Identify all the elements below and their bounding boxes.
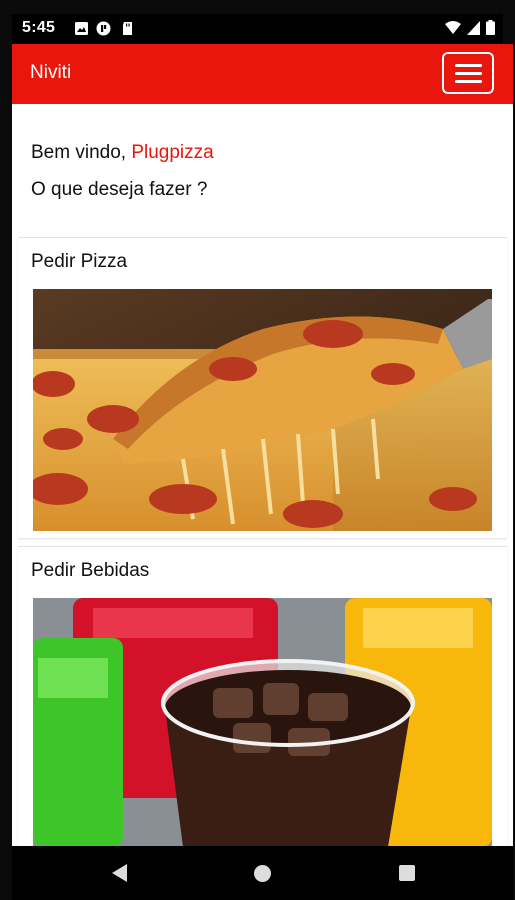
status-right-icons bbox=[445, 20, 495, 35]
back-icon[interactable] bbox=[112, 864, 127, 882]
wifi-icon bbox=[445, 20, 461, 34]
welcome-text: Bem vindo, Plugpizza bbox=[31, 142, 214, 164]
main-content: Bem vindo, Plugpizza O que deseja fazer … bbox=[12, 104, 513, 846]
hamburger-menu-icon bbox=[455, 80, 482, 83]
pizza-photo bbox=[33, 289, 492, 531]
question-label: O que deseja fazer ? bbox=[31, 179, 208, 200]
app-bar: Niviti bbox=[12, 44, 513, 104]
recents-icon[interactable] bbox=[399, 865, 415, 881]
sdcard-icon bbox=[123, 22, 132, 35]
image-icon bbox=[75, 22, 88, 35]
hamburger-menu-icon bbox=[455, 72, 482, 75]
device-frame: 5:45 Niviti Bem vindo, Plugpizza O que d… bbox=[0, 0, 515, 900]
hamburger-menu-icon bbox=[455, 64, 482, 67]
order-pizza-card[interactable]: Pedir Pizza bbox=[18, 237, 507, 538]
status-time: 5:45 bbox=[22, 19, 56, 36]
drinks-photo bbox=[33, 598, 492, 846]
menu-button[interactable] bbox=[442, 52, 494, 94]
card-title: Pedir Pizza bbox=[31, 251, 128, 272]
greeting-label: Bem vindo, bbox=[31, 142, 127, 163]
home-icon[interactable] bbox=[254, 865, 271, 882]
battery-icon bbox=[486, 20, 495, 35]
signal-icon bbox=[467, 20, 480, 35]
recording-icon bbox=[96, 21, 111, 36]
status-bar: 5:45 bbox=[12, 14, 503, 44]
card-title: Pedir Bebidas bbox=[31, 560, 150, 581]
navigation-bar bbox=[12, 846, 513, 900]
user-name: Plugpizza bbox=[131, 142, 214, 163]
app-title: Niviti bbox=[30, 62, 72, 83]
order-drinks-card[interactable]: Pedir Bebidas bbox=[18, 546, 507, 846]
